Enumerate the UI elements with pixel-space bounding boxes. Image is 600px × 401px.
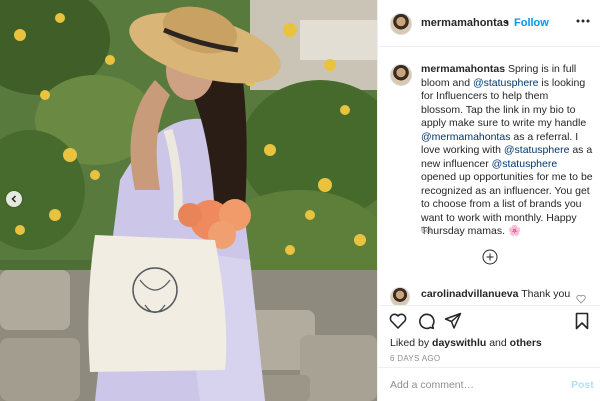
likes-summary: Liked by dayswithlu and others: [390, 337, 542, 349]
comment-username[interactable]: carolinadvillanueva: [421, 288, 518, 300]
chevron-left-icon: [11, 195, 17, 203]
comment-input[interactable]: [390, 376, 550, 394]
load-more-comments-icon[interactable]: [482, 249, 498, 265]
photo-illustration: [0, 0, 377, 401]
caption-timestamp[interactable]: 6d: [421, 225, 431, 235]
caption-text-part: opened up opportunities for me to be rec…: [421, 171, 593, 237]
instagram-post: mermamahontas • Follow mermamahontas Spr…: [0, 0, 600, 401]
heart-icon[interactable]: [389, 312, 407, 330]
mention-link[interactable]: @mermamahontas: [421, 131, 510, 143]
liked-by-prefix: Liked by: [390, 337, 430, 349]
post-date[interactable]: 6 DAYS AGO: [390, 354, 440, 363]
liked-by-user[interactable]: dayswithlu: [432, 337, 486, 349]
comment-text: carolinadvillanueva Thank you: [421, 288, 570, 300]
header-separator: •: [505, 17, 509, 29]
post-actions: Liked by dayswithlu and others 6 DAYS AG…: [378, 305, 600, 371]
flower-emoji: 🌸: [507, 225, 522, 237]
avatar[interactable]: [390, 287, 410, 305]
caption-text: mermamahontas Spring is in full bloom an…: [421, 63, 593, 239]
avatar[interactable]: [390, 13, 412, 35]
caption-username[interactable]: mermamahontas: [421, 63, 505, 75]
bookmark-icon[interactable]: [573, 312, 591, 330]
mention-link[interactable]: @statusphere: [504, 144, 570, 156]
post-comment-button[interactable]: Post: [571, 379, 594, 391]
mention-link[interactable]: @statusphere: [473, 77, 539, 89]
comment-body: Thank you: [521, 288, 571, 300]
previous-photo-button[interactable]: [6, 191, 22, 207]
post-photo[interactable]: [0, 0, 377, 401]
post-header: mermamahontas • Follow: [378, 0, 600, 47]
comment-icon[interactable]: [417, 312, 435, 330]
add-comment-bar: Post: [378, 367, 600, 401]
header-username[interactable]: mermamahontas: [421, 17, 509, 29]
mention-link[interactable]: @statusphere: [492, 158, 558, 170]
liked-by-and: and: [489, 337, 507, 349]
more-options-icon[interactable]: [575, 14, 591, 28]
comment-row: carolinadvillanueva Thank you: [378, 283, 600, 305]
post-sidebar: mermamahontas • Follow mermamahontas Spr…: [377, 0, 600, 401]
caption-area: mermamahontas Spring is in full bloom an…: [378, 48, 600, 279]
liked-by-others[interactable]: others: [510, 337, 542, 349]
comment-like-icon[interactable]: [576, 294, 586, 304]
share-icon[interactable]: [444, 312, 462, 330]
follow-button[interactable]: Follow: [514, 17, 549, 29]
avatar[interactable]: [390, 64, 412, 86]
